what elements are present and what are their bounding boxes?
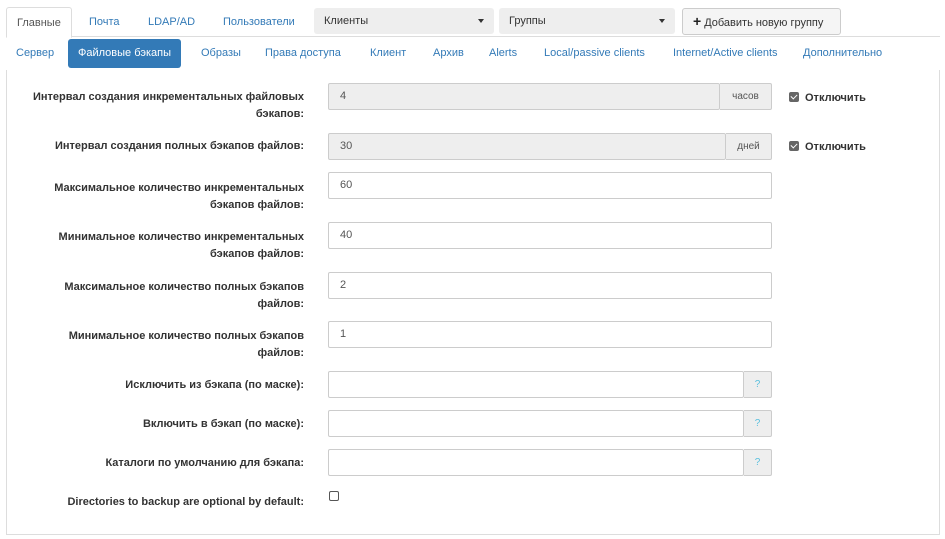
max-incr-label-line1: Максимальное количество инкрементальных (54, 182, 304, 194)
full-interval-unit: дней (726, 133, 772, 160)
tab-images[interactable]: Образы (191, 39, 251, 68)
full-interval-input[interactable]: 30 (328, 133, 726, 160)
add-group-button[interactable]: + Добавить новую группу (682, 8, 841, 35)
default-dirs-label: Каталоги по умолчанию для бэкапа: (105, 457, 304, 469)
min-incr-input[interactable]: 40 (328, 222, 772, 249)
min-incr-label: Минимальное количество инкрементальных б… (20, 229, 304, 263)
tab-alerts[interactable]: Alerts (479, 39, 527, 68)
max-incr-label: Максимальное количество инкрементальных … (20, 180, 304, 214)
tab-archive[interactable]: Архив (423, 39, 474, 68)
top-nav: Главные Почта LDAP/AD Пользователи Клиен… (6, 4, 940, 38)
exclude-mask-label: Исключить из бэкапа (по маске): (125, 379, 304, 391)
include-mask-label: Включить в бэкап (по маске): (142, 418, 304, 430)
tab-server[interactable]: Сервер (6, 39, 64, 68)
max-full-label-line1: Максимальное количество полных бэкапов (64, 281, 304, 293)
max-full-label: Максимальное количество полных бэкапов ф… (20, 279, 304, 313)
min-full-input[interactable]: 1 (328, 321, 772, 348)
max-incr-input[interactable]: 60 (328, 172, 772, 199)
chevron-down-icon (659, 19, 665, 23)
max-incr-label-line2: бэкапов файлов: (209, 199, 304, 211)
tab-ldap[interactable]: LDAP/AD (138, 7, 205, 37)
incr-interval-disable-checkbox[interactable]: Отключить (789, 91, 866, 105)
groups-dropdown-label: Группы (509, 15, 546, 27)
tab-client[interactable]: Клиент (360, 39, 416, 68)
clients-dropdown-label: Клиенты (324, 15, 369, 27)
tab-mail[interactable]: Почта (79, 7, 130, 37)
checkbox-checked-icon (789, 141, 799, 151)
groups-dropdown[interactable]: Группы (499, 8, 675, 34)
max-full-input[interactable]: 2 (328, 272, 772, 299)
full-interval-disable-label: Отключить (805, 141, 866, 153)
min-incr-label-line1: Минимальное количество инкрементальных (58, 231, 304, 243)
max-full-label-line2: файлов: (257, 298, 305, 310)
incr-interval-label-line2: бэкапов: (255, 108, 304, 120)
incr-interval-label: Интервал создания инкрементальных файлов… (20, 89, 304, 123)
default-dirs-input[interactable] (328, 449, 744, 476)
include-mask-help-icon[interactable]: ? (744, 410, 772, 437)
dirs-optional-label: Directories to backup are optional by de… (67, 496, 304, 508)
min-full-label: Минимальное количество полных бэкапов фа… (20, 328, 304, 362)
tab-internet-clients[interactable]: Internet/Active clients (663, 39, 788, 68)
min-full-label-line2: файлов: (257, 347, 305, 359)
full-interval-disable-checkbox[interactable]: Отключить (789, 140, 866, 154)
incr-interval-input[interactable]: 4 (328, 83, 720, 110)
clients-dropdown[interactable]: Клиенты (314, 8, 494, 34)
tab-file-backups[interactable]: Файловые бэкапы (68, 39, 182, 68)
plus-icon: + (693, 13, 702, 29)
incr-interval-disable-label: Отключить (805, 92, 866, 104)
include-mask-input[interactable] (328, 410, 744, 437)
tab-local-clients[interactable]: Local/passive clients (534, 39, 655, 68)
incr-interval-label-line1: Интервал создания инкрементальных файлов… (32, 91, 304, 103)
checkbox-checked-icon (789, 92, 799, 102)
tab-permissions[interactable]: Права доступа (255, 39, 351, 68)
tab-advanced[interactable]: Дополнительно (793, 39, 892, 68)
tab-users[interactable]: Пользователи (213, 7, 305, 37)
exclude-mask-help-icon[interactable]: ? (744, 371, 772, 398)
min-incr-label-line2: бэкапов файлов: (209, 248, 304, 260)
tab-main[interactable]: Главные (6, 7, 72, 38)
incr-interval-unit: часов (720, 83, 772, 110)
full-interval-label: Интервал создания полных бэкапов файлов: (54, 140, 304, 152)
default-dirs-help-icon[interactable]: ? (744, 449, 772, 476)
settings-subnav: Сервер Файловые бэкапы Образы Права дост… (6, 39, 940, 70)
dirs-optional-checkbox[interactable] (329, 491, 339, 501)
exclude-mask-input[interactable] (328, 371, 744, 398)
chevron-down-icon (478, 19, 484, 23)
min-full-label-line1: Минимальное количество полных бэкапов (68, 330, 304, 342)
add-group-label: Добавить новую группу (704, 17, 824, 29)
